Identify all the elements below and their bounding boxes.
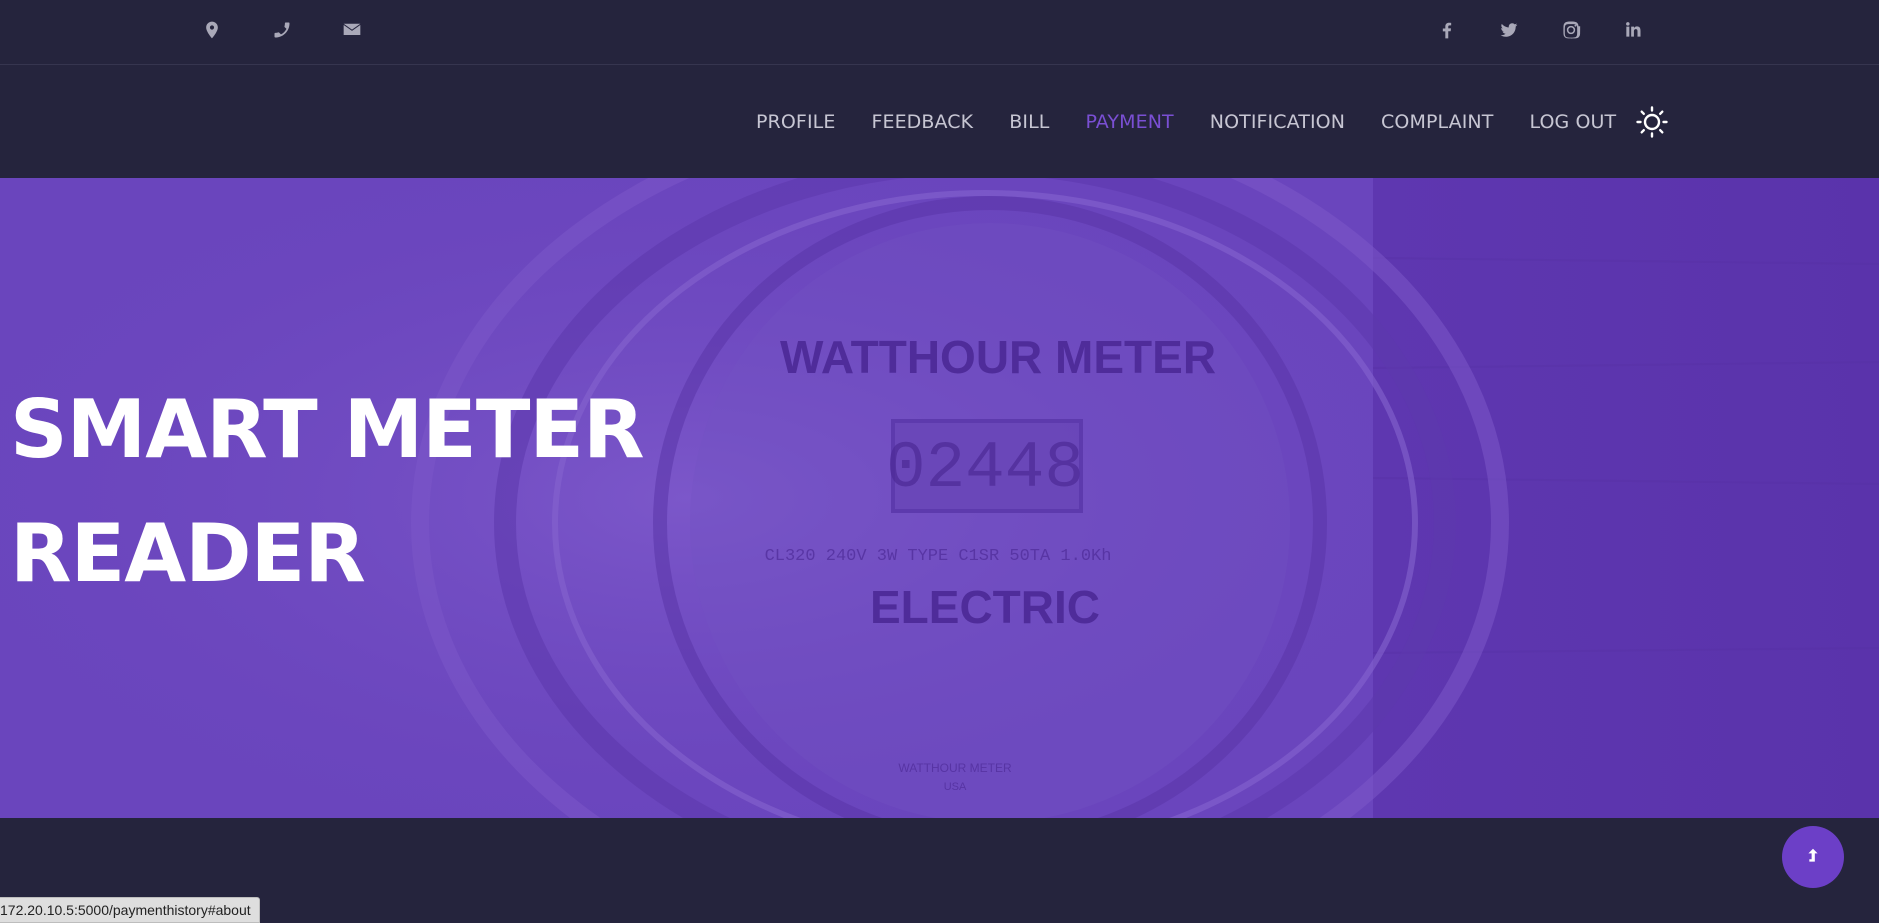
linkedin-icon[interactable] <box>1621 18 1645 42</box>
meter-small-country: USA <box>944 781 967 793</box>
nav-menu: PROFILE FEEDBACK BILL PAYMENT NOTIFICATI… <box>756 66 1652 178</box>
meter-label-top: WATTHOUR METER <box>780 331 1216 383</box>
map-marker-icon[interactable] <box>200 18 224 42</box>
nav-item-profile[interactable]: PROFILE <box>756 111 835 133</box>
nav-item-notification[interactable]: NOTIFICATION <box>1210 111 1345 133</box>
nav-item-feedback[interactable]: FEEDBACK <box>871 111 973 133</box>
contact-icons <box>200 18 364 42</box>
hero-title: SMART METER READER <box>10 368 645 616</box>
nav-item-logout[interactable]: LOG OUT <box>1529 111 1616 133</box>
page-footer-area <box>0 818 1879 923</box>
twitter-icon[interactable] <box>1497 18 1521 42</box>
instagram-icon[interactable] <box>1559 18 1583 42</box>
nav-item-bill[interactable]: BILL <box>1009 111 1049 133</box>
top-bar <box>0 0 1879 65</box>
arrow-up-icon <box>1808 848 1818 862</box>
hero-title-line-1: SMART METER <box>10 383 645 476</box>
meter-spec: CL320 240V 3W TYPE C1SR 50TA 1.0Kh <box>765 547 1112 566</box>
envelope-icon[interactable] <box>340 18 364 42</box>
meter-label-bottom: ELECTRIC <box>870 581 1100 633</box>
back-to-top-button[interactable] <box>1782 826 1844 888</box>
hero-banner: WATTHOUR METER 02448 CL320 240V 3W TYPE … <box>0 178 1879 818</box>
browser-status-url: 172.20.10.5:5000/paymenthistory#about <box>0 897 260 923</box>
main-navbar: PROFILE FEEDBACK BILL PAYMENT NOTIFICATI… <box>0 66 1879 178</box>
sun-icon[interactable] <box>1636 106 1668 138</box>
social-icons <box>1435 18 1645 42</box>
hero-title-line-2: READER <box>10 507 366 600</box>
facebook-icon[interactable] <box>1435 18 1459 42</box>
nav-item-payment[interactable]: PAYMENT <box>1085 111 1173 133</box>
phone-icon[interactable] <box>270 18 294 42</box>
nav-item-complaint[interactable]: COMPLAINT <box>1381 111 1493 133</box>
meter-small-label: WATTHOUR METER <box>898 761 1012 775</box>
meter-digits: 02448 <box>886 431 1084 506</box>
